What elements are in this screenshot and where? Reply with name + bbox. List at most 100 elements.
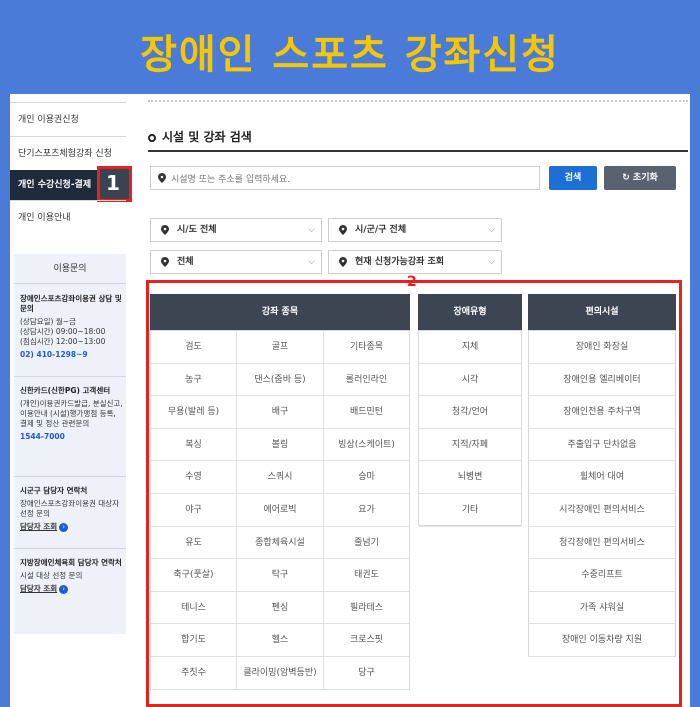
sport-option[interactable]: 골프: [237, 331, 324, 364]
sport-option[interactable]: 줄넘기: [324, 527, 409, 560]
sport-option[interactable]: 빙상(스케이트): [324, 429, 409, 462]
inquiry-block-regional: 지방장애인체육회 담당자 연락처 시설 대상 선정 문의 담당자 조회 ›: [20, 558, 122, 594]
annotation-marker-2: 2: [407, 274, 417, 290]
facility-option[interactable]: 청각장애인 편의서비스: [529, 527, 675, 560]
sport-option[interactable]: 검도: [151, 331, 237, 364]
facility-option[interactable]: 주출입구 단차없음: [529, 429, 675, 462]
sport-option[interactable]: 합기도: [151, 624, 237, 657]
sport-option[interactable]: 에어로빅: [237, 494, 324, 527]
disability-option[interactable]: 청각/언어: [419, 396, 521, 429]
sport-option[interactable]: 필라테스: [324, 592, 409, 625]
sport-option[interactable]: 스쿼시: [237, 461, 324, 494]
disability-option[interactable]: 뇌병변: [419, 461, 521, 494]
regional-contact-link[interactable]: 담당자 조회: [20, 584, 57, 593]
annotation-marker-1: 1: [97, 166, 132, 202]
facility-option[interactable]: 장애인 화장실: [529, 331, 675, 364]
sport-option[interactable]: 펜싱: [237, 591, 324, 625]
facility-option[interactable]: 시각장애인 편의서비스: [529, 494, 675, 527]
chevron-down-icon: ⌵: [488, 225, 495, 235]
disability-option[interactable]: 지체: [419, 331, 521, 364]
sport-option[interactable]: 당구: [324, 657, 409, 690]
sport-option[interactable]: 볼링: [237, 428, 324, 462]
sport-option[interactable]: 댄스(줌바 등): [237, 363, 324, 397]
sport-option[interactable]: 배구: [237, 396, 324, 429]
sport-option[interactable]: 배드민턴: [324, 396, 409, 429]
sport-option[interactable]: 기타종목: [324, 331, 409, 364]
search-input[interactable]: [171, 169, 531, 191]
sport-option[interactable]: 탁구: [237, 559, 324, 592]
title-rule: [148, 150, 688, 152]
sidebar-item-voucher[interactable]: 개인 이용권신청: [10, 102, 126, 136]
facility-grid: 장애인 화장실 장애인용 엘리베이터 장애인전용 주차구역 주출입구 단차없음 휠체어 …: [528, 330, 676, 657]
inquiry-title: 이용문의: [14, 254, 126, 284]
status-select[interactable]: 현재 신청가능강좌 조회 ⌵: [328, 250, 502, 274]
sport-option[interactable]: 테니스: [151, 591, 237, 625]
sidebar: 개인 이용권신청 단기스포츠체험강좌 신청 개인 수강신청-결제 1 개인 이용…: [10, 94, 132, 707]
location-pin-icon: [161, 257, 169, 267]
arrow-right-icon[interactable]: ›: [59, 522, 69, 532]
sports-header: 강좌 종목: [150, 294, 410, 330]
sport-option[interactable]: 축구(풋살): [151, 559, 237, 592]
divider: [14, 548, 126, 549]
reset-button[interactable]: ↻ 초기화: [604, 166, 676, 190]
arrow-right-icon[interactable]: ›: [59, 584, 69, 594]
inquiry-block-card: 신한카드(신한PG) 고객센터 (개인)이용권카드발급, 분실신고, 이용안내 …: [20, 386, 123, 441]
location-pin-icon: [339, 257, 347, 267]
sport-option[interactable]: 헬스: [237, 624, 324, 657]
sport-option[interactable]: 무용(발레 등): [151, 396, 237, 429]
top-divider: [148, 100, 688, 102]
phone-voucher: 02) 410-1298~9: [20, 350, 88, 359]
facility-option[interactable]: 장애인용 엘리베이터: [529, 364, 675, 397]
location-pin-icon: [158, 173, 166, 183]
sport-option[interactable]: 종합체육시설: [237, 526, 324, 560]
search-button[interactable]: 검색: [549, 166, 597, 190]
chevron-down-icon: ⌵: [488, 257, 495, 267]
bullet-icon: [148, 133, 156, 142]
disability-option[interactable]: 시각: [419, 364, 521, 397]
sidebar-item-guide[interactable]: 개인 이용안내: [10, 200, 126, 234]
sports-grid: 검도 골프 기타종목농구 댄스(줌바 등) 롤러인라인무용(발레 등) 배구 배드민턴복싱 볼…: [150, 330, 410, 690]
facility-option[interactable]: 가족 샤워실: [529, 592, 675, 625]
sport-option[interactable]: 승마: [324, 461, 409, 494]
sport-option[interactable]: 야구: [151, 494, 237, 527]
district-contact-link[interactable]: 담당자 조회: [20, 522, 57, 531]
sport-option[interactable]: 크로스핏: [324, 624, 409, 657]
sidebar-item-short-course[interactable]: 단기스포츠체험강좌 신청: [10, 136, 126, 170]
inquiry-block-voucher: 장애인스포츠강좌이용권 상담 및 문의 (상담요일) 월~금 (상담시간) 09…: [20, 294, 124, 360]
disability-header: 장애유형: [418, 294, 522, 330]
sport-option[interactable]: 주짓수: [151, 657, 237, 690]
sport-option[interactable]: 태권도: [324, 559, 409, 592]
main-content: 시설 및 강좌 검색 검색 ↻ 초기화 시/도 전체⌵ 시/군/구 전체⌵ 전체…: [136, 94, 690, 707]
sport-option[interactable]: 복싱: [151, 428, 237, 462]
search-box[interactable]: [150, 166, 540, 191]
app-screen: 개인 이용권신청 단기스포츠체험강좌 신청 개인 수강신청-결제 1 개인 이용…: [10, 94, 690, 707]
facility-header: 편의시설: [528, 294, 676, 330]
chevron-down-icon: ⌵: [308, 257, 315, 267]
sport-option[interactable]: 유도: [151, 526, 237, 560]
sigungu-select[interactable]: 시/군/구 전체 ⌵: [328, 218, 502, 242]
facility-option[interactable]: 휠체어 대여: [529, 461, 675, 494]
phone-card: 1544-7000: [20, 432, 65, 441]
section-title: 시설 및 강좌 검색: [148, 128, 252, 145]
sport-option[interactable]: 롤러인라인: [324, 364, 409, 397]
banner-title: 장애인 스포츠 강좌신청: [140, 32, 560, 78]
inquiry-block-district: 시군구 담당자 연락처 장애인스포츠강좌이용권 대상자 선정 문의 담당자 조회…: [20, 486, 119, 532]
sido-select[interactable]: 시/도 전체 ⌵: [150, 218, 322, 242]
disability-grid: 지체 시각 청각/언어 지적/자폐 뇌병변 기타: [418, 330, 522, 527]
facility-option[interactable]: 장애인 이동차량 지원: [529, 624, 675, 657]
chevron-down-icon: ⌵: [308, 225, 315, 235]
inquiry-panel: 이용문의 장애인스포츠강좌이용권 상담 및 문의 (상담요일) 월~금 (상담시…: [14, 254, 126, 634]
facility-option[interactable]: 장애인전용 주차구역: [529, 396, 675, 429]
refresh-icon: ↻: [622, 173, 633, 183]
location-pin-icon: [339, 225, 347, 235]
sport-option[interactable]: 수영: [151, 461, 237, 494]
location-pin-icon: [161, 225, 169, 235]
sport-option[interactable]: 클라이밍(암벽등반): [237, 657, 324, 690]
disability-option[interactable]: 기타: [419, 494, 521, 527]
sport-option[interactable]: 요가: [324, 494, 409, 527]
type-select[interactable]: 전체 ⌵: [150, 250, 322, 274]
divider: [14, 376, 126, 377]
disability-option[interactable]: 지적/자폐: [419, 429, 521, 462]
facility-option[interactable]: 수중리프트: [529, 559, 675, 592]
sport-option[interactable]: 농구: [151, 363, 237, 397]
